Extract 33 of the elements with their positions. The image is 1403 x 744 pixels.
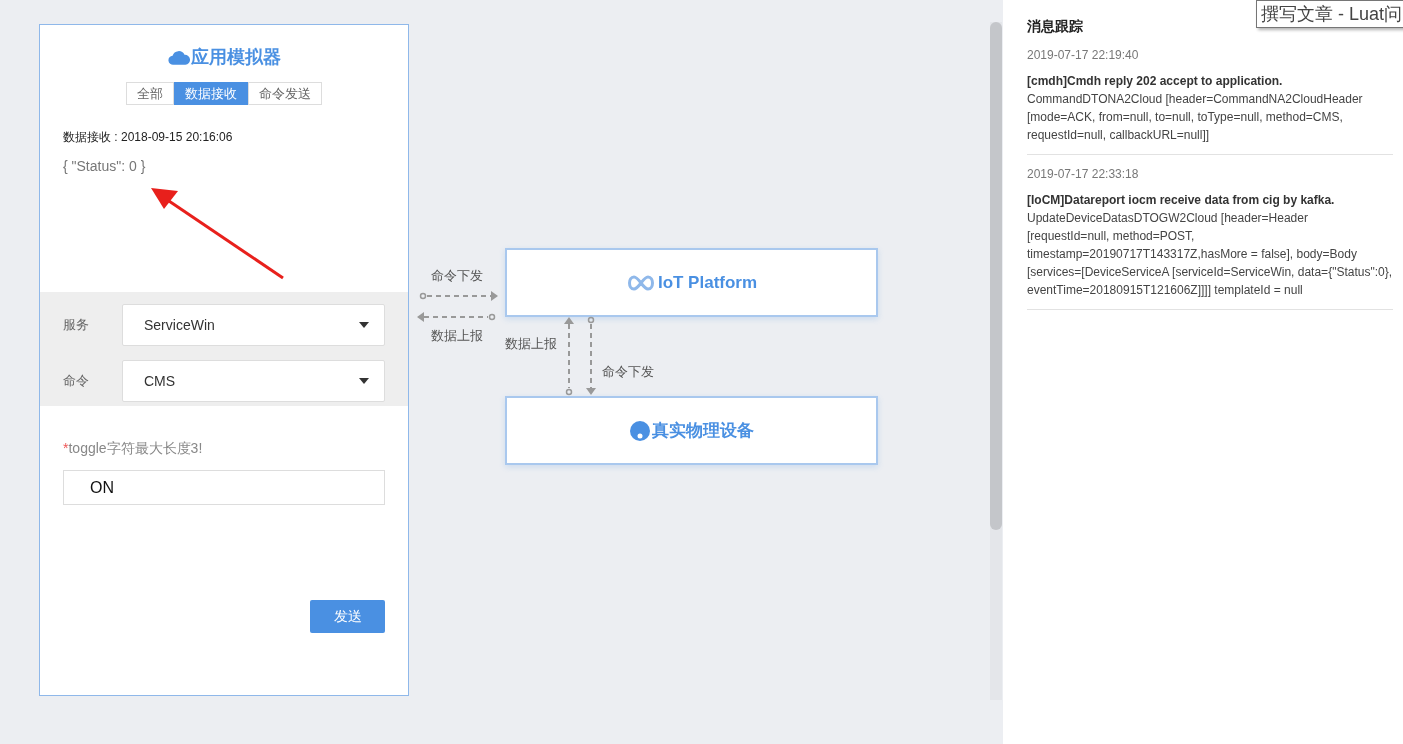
message-time: 2019-07-17 22:33:18 xyxy=(1027,167,1140,181)
device-node: 真实物理设备 xyxy=(505,396,878,465)
cloud-icon xyxy=(167,48,190,66)
platform-node: IoT Platform xyxy=(505,248,878,317)
hint-text: *toggle字符最大长度3! xyxy=(63,440,203,458)
dot-icon xyxy=(629,420,650,441)
field-label: 服务 xyxy=(62,316,90,334)
connector-label: 数据上报 xyxy=(431,327,483,345)
simulator-title: 应用模拟器 xyxy=(167,45,281,69)
received-label: 数据接收 : 2018-09-15 20:16:06 xyxy=(63,129,233,146)
tab[interactable]: 全部 xyxy=(126,82,174,105)
caret-icon xyxy=(359,322,369,328)
message-body: UpdateDeviceDatasDTOGW2Cloud [header=Header [requestId=null, method=POST, timestamp=20190717T143317Z,hasMore = false], body=Body [services=[DeviceServiceA [serviceId=ServiceWin, data={"Status":0}, eventTime=20180915T121606Z]]]] templateId = null xyxy=(1027,210,1393,299)
message-title: [cmdh]Cmdh reply 202 accept to application. xyxy=(1027,73,1284,90)
infinity-icon xyxy=(625,274,656,291)
message-body: CommandDTONA2Cloud [header=CommandNA2CloudHeader [mode=ACK, from=null, to=null, toType=null, method=CMS, requestId=null, callbackURL=null]] xyxy=(1027,91,1364,144)
message-time: 2019-07-17 22:19:40 xyxy=(1027,48,1140,62)
received-data: { "Status": 0 } xyxy=(63,158,146,174)
message-title: [IoCM]Datareport iocm receive data from cig by kafka. xyxy=(1027,192,1336,209)
caret-icon xyxy=(359,378,369,384)
trace-title: 消息跟踪 xyxy=(1027,18,1084,36)
tab[interactable]: 命令发送 xyxy=(248,82,322,105)
scrollbar-thumb[interactable] xyxy=(990,22,1002,530)
field-label: 命令 xyxy=(62,372,90,390)
select-field[interactable]: CMS xyxy=(122,360,385,402)
connector-label: 命令下发 xyxy=(602,363,654,381)
select-field[interactable]: ServiceWin xyxy=(122,304,385,346)
input-field[interactable]: ON xyxy=(63,470,385,505)
tab[interactable]: 数据接收 xyxy=(174,82,248,105)
connector-label: 数据上报 xyxy=(505,335,557,353)
connector-label: 命令下发 xyxy=(431,267,483,285)
send-button[interactable]: 发送 xyxy=(310,600,385,633)
tooltip: 撰写文章 - Luat问 xyxy=(1256,0,1403,28)
